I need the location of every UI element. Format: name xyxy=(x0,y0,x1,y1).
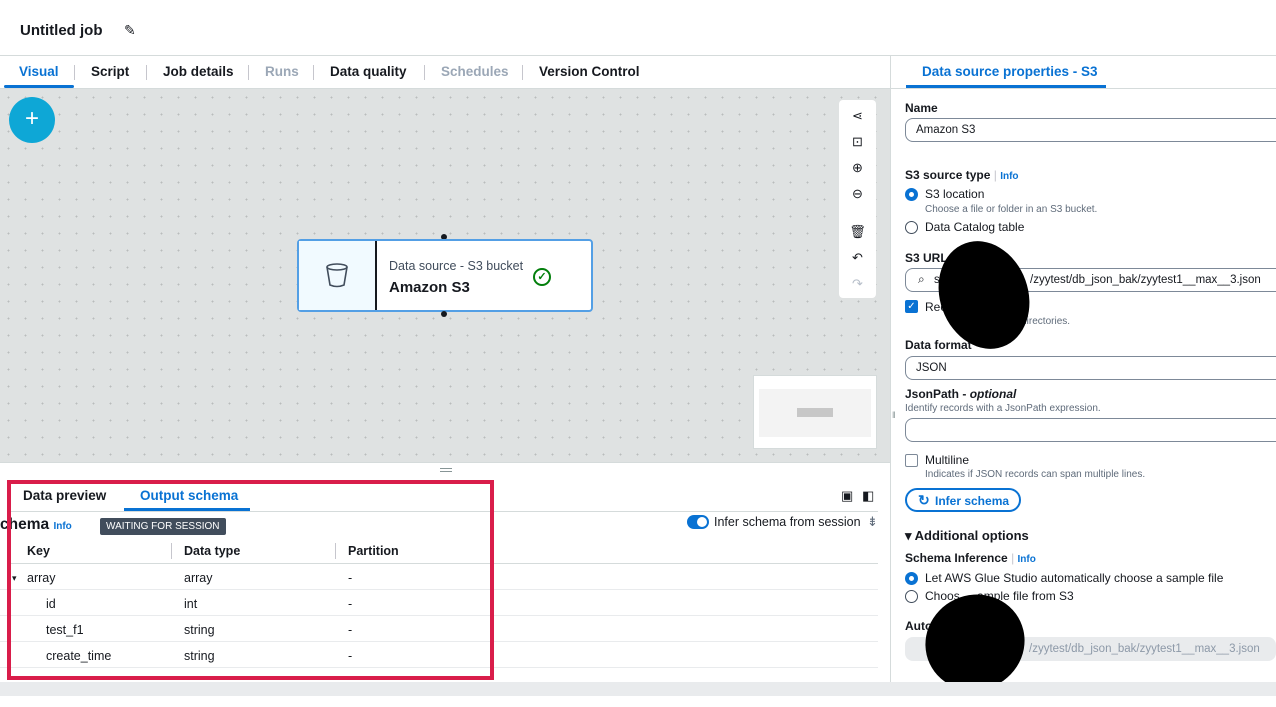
source-type-info-link[interactable]: Info xyxy=(1000,171,1018,182)
schema-inference-label: Schema Inference | Info xyxy=(905,551,1036,565)
canvas-toolbar: ⋖ ⊡ ⊕ ⊖ 🗑 ↶ ↷ xyxy=(839,100,876,298)
choose-sample-radio[interactable] xyxy=(905,590,918,603)
status-bar xyxy=(0,682,1276,696)
resize-handle[interactable] xyxy=(440,468,452,472)
node-icon-box xyxy=(299,241,377,310)
additional-options-toggle[interactable]: ▾ Additional options xyxy=(905,528,1029,544)
multiline-desc: Indicates if JSON records can span multi… xyxy=(925,469,1146,480)
share-icon[interactable]: ⋖ xyxy=(839,108,876,124)
tab-schedules: Schedules xyxy=(441,64,509,79)
node-kind: Data source - S3 bucket xyxy=(389,259,524,273)
data-catalog-radio[interactable] xyxy=(905,221,918,234)
collapse-panel-icon[interactable]: ▣ xyxy=(841,488,853,504)
node-output-port[interactable] xyxy=(441,311,447,317)
source-type-label: S3 source type | Info xyxy=(905,168,1019,182)
fit-view-icon[interactable]: ⊡ xyxy=(839,134,876,150)
maximize-panel-icon[interactable]: ◧ xyxy=(862,488,874,504)
add-node-button[interactable]: + xyxy=(9,97,55,143)
data-catalog-label: Data Catalog table xyxy=(925,220,1025,234)
zoom-in-icon[interactable]: ⊕ xyxy=(839,160,876,176)
edit-title-icon[interactable]: ✎ xyxy=(124,22,136,39)
tab-visual[interactable]: Visual xyxy=(19,64,59,79)
recursive-checkbox[interactable]: ✓ xyxy=(905,300,918,313)
delete-icon[interactable]: 🗑 xyxy=(839,224,876,240)
tab-version-control[interactable]: Version Control xyxy=(539,64,640,79)
zoom-out-icon[interactable]: ⊖ xyxy=(839,186,876,202)
check-circle-icon: ✓ xyxy=(533,268,551,286)
active-tab-indicator xyxy=(4,85,74,88)
s3-location-desc: Choose a file or folder in an S3 bucket. xyxy=(925,204,1098,215)
multiline-label: Multiline xyxy=(925,453,970,467)
refresh-icon: ↻ xyxy=(918,492,930,508)
auto-sample-label: Let AWS Glue Studio automatically choose… xyxy=(925,571,1224,585)
node-name: Amazon S3 xyxy=(389,279,470,296)
infer-schema-button[interactable]: ↻ Infer schema xyxy=(905,488,1021,512)
infer-schema-toggle-label: Infer schema from session xyxy=(714,515,861,529)
s3-url-label: S3 URL xyxy=(905,251,948,265)
minimap-node xyxy=(797,408,833,417)
multiline-checkbox[interactable] xyxy=(905,454,918,467)
search-icon: ⌕ xyxy=(918,272,925,286)
schema-inference-info-link[interactable]: Info xyxy=(1018,554,1036,565)
job-title[interactable]: Untitled job xyxy=(20,22,103,39)
job-tabs: Visual Script Job details Runs Data qual… xyxy=(0,56,890,89)
name-input[interactable]: Amazon S3 xyxy=(905,118,1276,142)
drag-handle-icon[interactable]: ⇟ xyxy=(867,514,878,530)
highlight-annotation xyxy=(7,480,494,680)
name-label: Name xyxy=(905,101,938,115)
s3-location-label: S3 location xyxy=(925,187,985,201)
tab-job-details[interactable]: Job details xyxy=(163,64,234,79)
undo-icon[interactable]: ↶ xyxy=(839,250,876,266)
redo-icon: ↷ xyxy=(852,276,863,291)
tab-data-source-properties[interactable]: Data source properties - S3 xyxy=(922,64,1098,79)
jsonpath-input[interactable] xyxy=(905,418,1276,442)
data-format-label: Data format xyxy=(905,338,972,352)
s3-source-node[interactable]: Data source - S3 bucket Amazon S3 ✓ xyxy=(297,239,593,312)
auto-sample-radio[interactable] xyxy=(905,572,918,585)
tab-script[interactable]: Script xyxy=(91,64,129,79)
tab-data-quality[interactable]: Data quality xyxy=(330,64,407,79)
data-format-select[interactable]: JSON xyxy=(905,356,1276,380)
job-header: Untitled job ✎ xyxy=(0,0,1276,56)
bucket-icon xyxy=(326,263,348,288)
infer-schema-toggle[interactable] xyxy=(687,515,709,529)
jsonpath-desc: Identify records with a JsonPath express… xyxy=(905,403,1101,414)
panel-resize-handle[interactable]: ‖ xyxy=(892,410,896,420)
tab-runs: Runs xyxy=(265,64,299,79)
canvas-minimap[interactable] xyxy=(753,375,877,449)
s3-location-radio[interactable] xyxy=(905,188,918,201)
jsonpath-label: JsonPath - optional xyxy=(905,387,1017,401)
